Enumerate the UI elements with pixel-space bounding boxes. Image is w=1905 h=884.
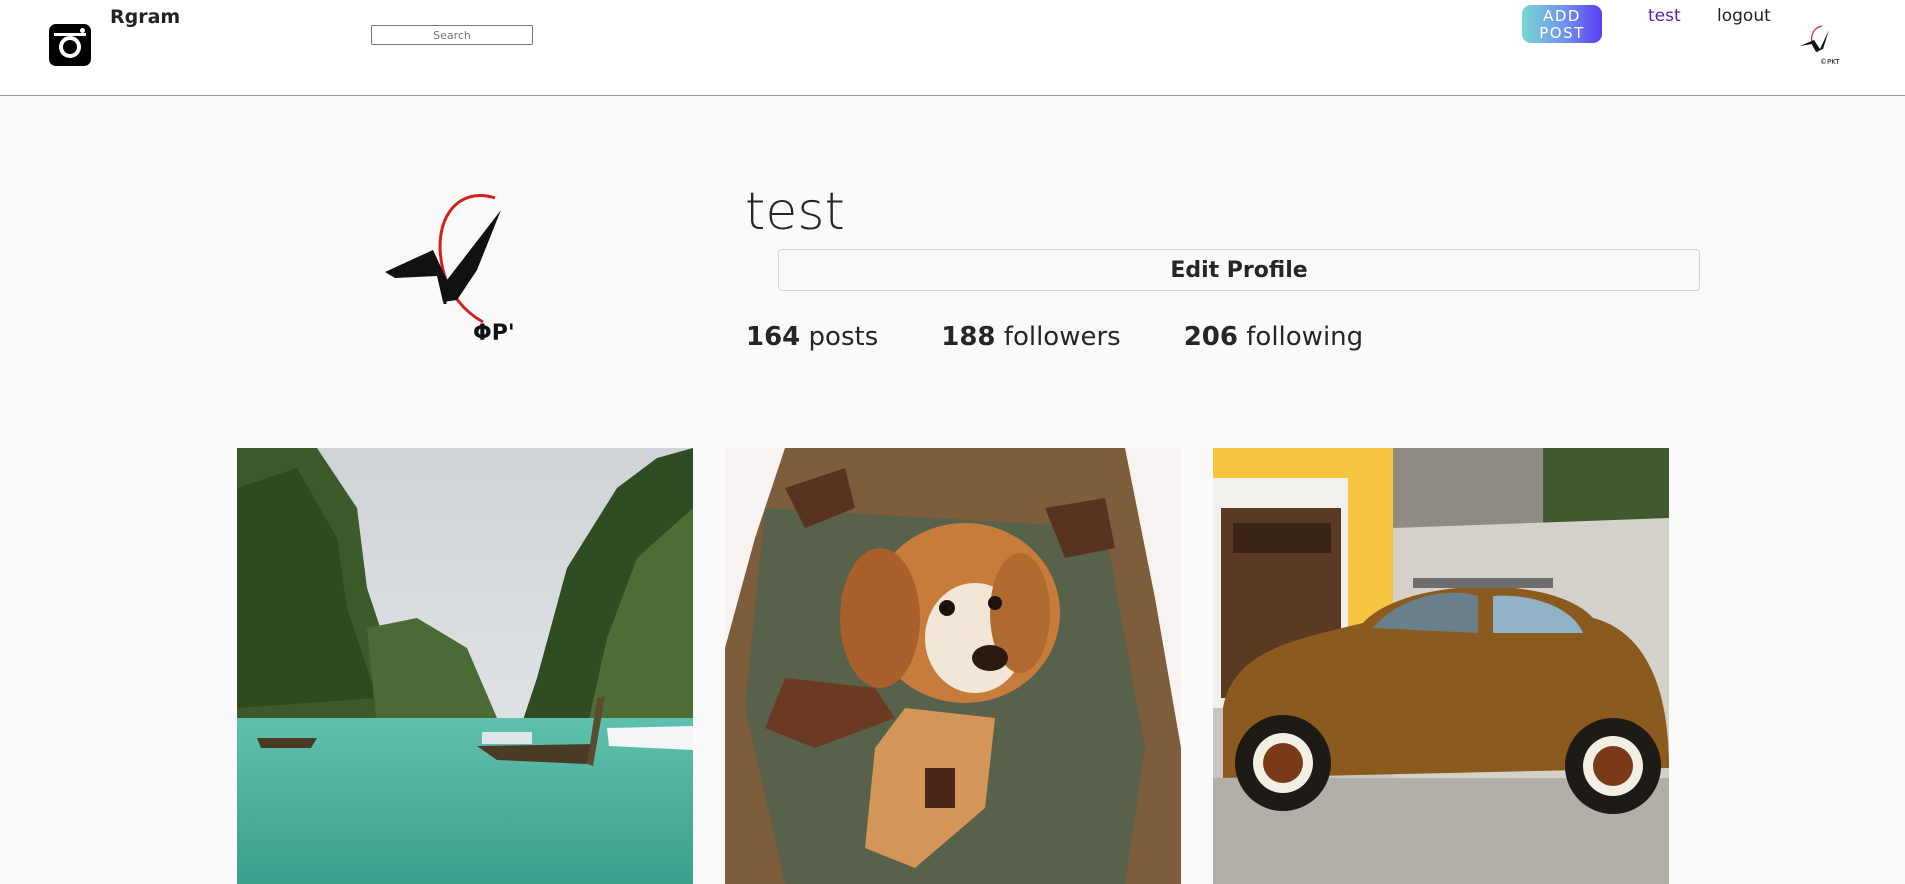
edit-profile-button[interactable]: Edit Profile <box>778 249 1700 291</box>
nav-avatar[interactable]: ©PKT <box>1796 22 1842 68</box>
profile-picture[interactable]: ΦΡ' <box>385 190 525 350</box>
svg-text:ΦΡ': ΦΡ' <box>473 321 515 346</box>
stat-posts[interactable]: 164 posts <box>746 322 878 352</box>
brand-name[interactable]: Rgram <box>110 6 180 28</box>
post-thumbnail-puppy[interactable] <box>725 448 1181 884</box>
avatar-caption: ©PKT <box>1820 58 1840 66</box>
profile-username: test <box>745 182 845 242</box>
add-post-button[interactable]: ADD POST <box>1522 5 1602 43</box>
top-navbar: Rgram ADD POST test logout ©PKT <box>0 0 1905 96</box>
post-thumbnail-bay[interactable] <box>237 448 693 884</box>
search-input[interactable] <box>371 25 533 45</box>
stat-following[interactable]: 206 following <box>1184 322 1363 352</box>
stat-followers[interactable]: 188 followers <box>941 322 1120 352</box>
logout-link[interactable]: logout <box>1717 6 1771 26</box>
profile-stats: 164 posts 188 followers 206 following <box>746 322 1426 352</box>
nav-user-link[interactable]: test <box>1648 6 1681 26</box>
post-thumbnail-car[interactable] <box>1213 448 1669 884</box>
camera-logo-icon[interactable] <box>49 24 91 66</box>
